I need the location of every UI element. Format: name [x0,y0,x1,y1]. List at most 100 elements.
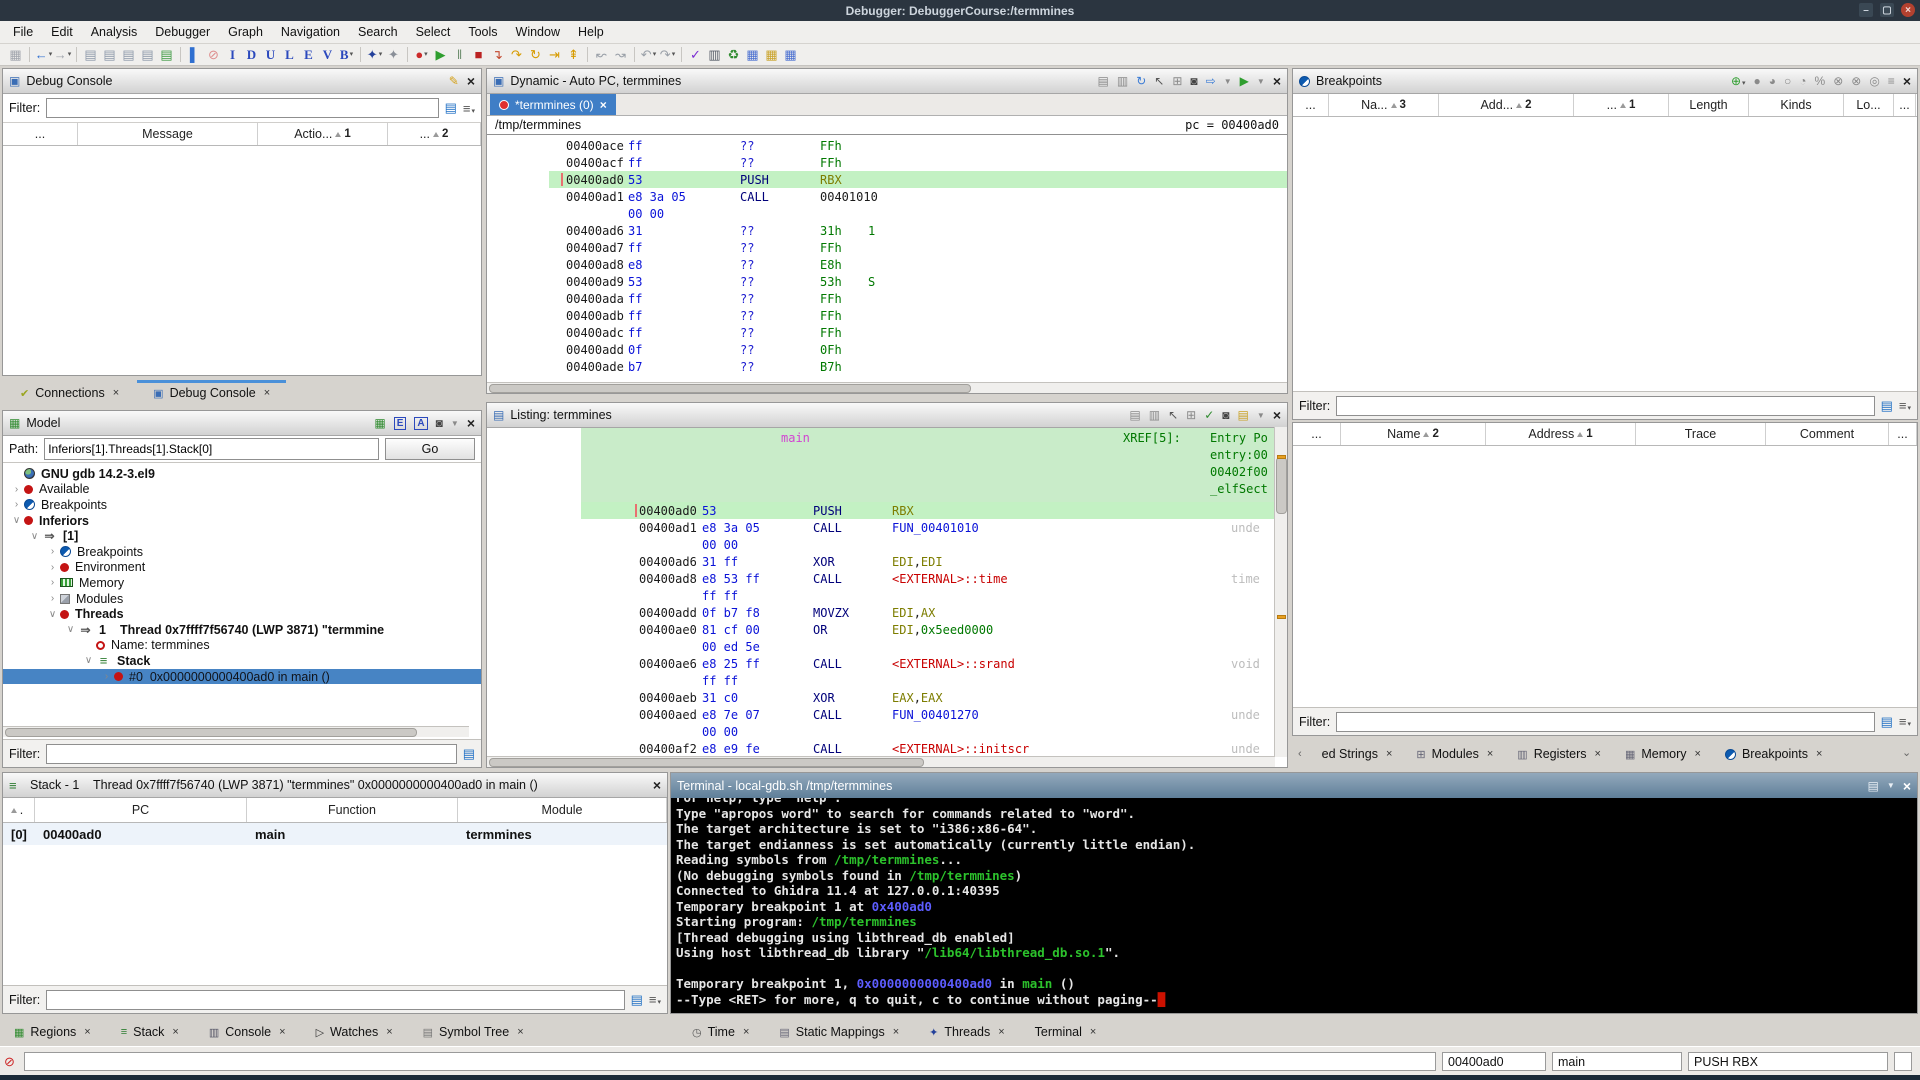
menu-window[interactable]: Window [507,22,569,42]
disassembly-row[interactable]: 00400ad0 53 PUSH RBX [487,171,1287,188]
dropdown-icon[interactable]: ▼ [1257,411,1265,420]
enable-all-icon[interactable]: ● [1754,74,1761,88]
model-tree-item-1[interactable]: ∨ ⇒ [1] [3,528,481,544]
listing-row[interactable]: 00400ae0 81 cf 00 OR EDI,0x5eed0000 [487,621,1287,638]
disassembly-row[interactable]: 00400ad9 53?? 53h S [487,273,1287,290]
go-arrow-icon[interactable]: ▶ [1240,74,1249,88]
toolbar-copy-green-icon[interactable]: ▤ [157,46,176,64]
right-tab-ed-strings[interactable]: ed Strings × [1318,744,1397,764]
toolbar-select-l-icon[interactable]: L [280,46,299,64]
model-tree-item-stack[interactable]: ∨ ≡ Stack [3,653,481,669]
listing-row[interactable]: 00400af2 e8 e9 fe CALL <EXTERNAL>::initscr u… [487,740,1287,757]
listing-row[interactable]: 00 00 [487,723,1287,740]
toolbar-clear-highlight-icon[interactable]: ⊘ [204,46,223,64]
breakpoints-header[interactable]: Breakpoints ⊕▾ ● ◕ ○ ◔ % ⊗ ⊗ ◎ ≡ × [1293,69,1917,94]
toolbar-save-icon[interactable]: ▦ [6,46,25,64]
toolbar-recycle-icon[interactable]: ♻ [724,46,743,64]
toolbar-kill-icon[interactable]: ■ [469,46,488,64]
listing-row[interactable]: 00400add 0f b7 f8 MOVZX EDI,AX [487,604,1287,621]
toolbar-copy-3-icon[interactable]: ▤ [119,46,138,64]
listing-vscrollbar[interactable] [1274,427,1287,757]
close-icon[interactable]: × [1273,407,1281,423]
bottom-tab-regions[interactable]: ▦ Regions × [10,1022,95,1042]
breakpoints-column-na[interactable]: Na... 3 [1329,94,1439,116]
clear-filter-icon[interactable]: ▤ [463,746,475,762]
toolbar-step-into-icon[interactable]: ↴ [488,46,507,64]
toggle-icon[interactable]: % [1815,74,1826,88]
copy-icon[interactable]: ▤ [1098,74,1109,88]
menu-debugger[interactable]: Debugger [146,22,219,42]
toolbar-step-over-icon[interactable]: ↷ [507,46,526,64]
listing-row[interactable]: 00400ad8 e8 53 ff CALL <EXTERNAL>::time time [487,570,1287,587]
copy-icon[interactable]: ▤ [1129,408,1140,422]
dropdown-icon[interactable]: ▼ [1257,77,1265,86]
model-tree-item-breakpoints[interactable]: › Breakpoints [3,544,481,560]
toolbar-table-1-icon[interactable]: ▦ [743,46,762,64]
stack-filter-input[interactable] [46,989,625,1010]
toolbar-nav-forward-icon[interactable]: → ▾ [53,46,72,64]
toolbar-resume-icon[interactable]: ▶ [431,46,450,64]
elements-icon[interactable]: E [393,416,407,430]
model-tree-item-memory[interactable]: › Memory [3,575,481,591]
disassembly-row[interactable]: 00400ad8 e8?? E8h [487,256,1287,273]
disassembly-row[interactable]: 00400ad7 ff?? FFh [487,239,1287,256]
toolbar-nav-back-icon[interactable]: ← ▾ [34,46,53,64]
listing-header[interactable]: ▤ Listing: termmines ▤ ▥ ↖ ⊞ ✓ ◙ ▤ ▼ × [487,403,1287,428]
toolbar-select-u-icon[interactable]: U [261,46,280,64]
filter-options-icon[interactable]: ≡▾ [1899,398,1911,413]
disassembly-row[interactable]: 00 00 [487,205,1287,222]
menu-tools[interactable]: Tools [459,22,506,42]
listing-row[interactable]: 00400ad0 53 PUSH RBX [487,502,1287,519]
breakpoints-column-lo[interactable]: Lo... [1844,94,1894,116]
filter-options-icon[interactable]: ≡▾ [649,992,661,1007]
bottom-tab-time[interactable]: ◷ Time × [688,1022,753,1042]
menu-select[interactable]: Select [407,22,460,42]
table-icon[interactable]: ⊞ [1172,74,1182,88]
clear-filter-icon[interactable]: ▤ [445,100,457,116]
disassembly-row[interactable]: 00400ace ff?? FFh [487,137,1287,154]
listing-row[interactable]: 00400ae6 e8 25 ff CALL <EXTERNAL>::srand voi… [487,655,1287,672]
copy-icon[interactable]: ▤ [1868,779,1879,793]
debug-console-body[interactable] [3,146,481,370]
model-tree-item-inferiors[interactable]: ∨ Inferiors [3,513,481,529]
listing-row[interactable]: 00 ed 5e [487,638,1287,655]
bottom-tab-symbol-tree[interactable]: ▤ Symbol Tree × [419,1022,528,1042]
tab-list-icon[interactable]: ⌄ [1902,746,1911,759]
tree-view-icon[interactable]: ▦ [374,416,385,430]
snapshot-camera-icon[interactable]: ◙ [1190,74,1197,88]
fields-icon[interactable]: ▤ [1238,408,1249,422]
bottom-tab-static-mappings[interactable]: ▤ Static Mappings × [775,1022,903,1042]
snapshot-camera-icon[interactable]: ◙ [436,416,443,430]
go-button[interactable]: Go [385,438,475,460]
stack-frame-row[interactable]: [0] 00400ad0 main termmines [3,823,667,845]
dynamic-hscrollbar[interactable] [487,382,1287,393]
breakpoints-column-add[interactable]: Add... 2 [1439,94,1574,116]
listing-row[interactable]: ff ff [487,587,1287,604]
attributes-icon[interactable]: A [414,416,428,430]
toolbar-binary-view-icon[interactable]: ▥ [705,46,724,64]
close-window-button[interactable]: × [1901,3,1915,17]
model-path-input[interactable] [44,438,379,460]
stack-column-module[interactable]: Module [458,798,667,822]
breakpoints-column-7[interactable]: ... [1894,94,1916,116]
breakpoints-column-3[interactable]: ... 1 [1574,94,1669,116]
listing-row[interactable]: 00400aeb 31 c0 XOR EAX,EAX [487,689,1287,706]
sync-icon[interactable]: ↻ [1136,74,1146,88]
stack-column-function[interactable]: Function [247,798,458,822]
close-icon[interactable]: × [653,777,661,793]
titlebar[interactable]: Debugger: DebuggerCourse:/termmines – ▢ … [0,0,1920,21]
toolbar-redo-icon[interactable]: ↷ ▾ [658,46,677,64]
right-table-column-address[interactable]: Address 1 [1486,423,1636,445]
disassembly-row[interactable]: 00400ada ff?? FFh [487,290,1287,307]
paste-icon[interactable]: ▥ [1117,74,1128,88]
toolbar-cursor-icon[interactable]: ▌ [185,46,204,64]
model-tree-item-breakpoints[interactable]: › Breakpoints [3,497,481,513]
right-table-body[interactable] [1293,446,1917,706]
toolbar-validate-icon[interactable]: ✓ [686,46,705,64]
terminal-output[interactable]: For help, type "help".Type "apropos word… [671,798,1917,1013]
model-header[interactable]: ▦ Model ▦ E A ◙ ▼ × [3,411,481,436]
disassembly-row[interactable]: 00400adb ff?? FFh [487,307,1287,324]
toolbar-select-i-icon[interactable]: I [223,46,242,64]
listing-row[interactable]: 00400ad6 31 ff XOR EDI,EDI [487,553,1287,570]
toolbar-table-2-icon[interactable]: ▦ [762,46,781,64]
